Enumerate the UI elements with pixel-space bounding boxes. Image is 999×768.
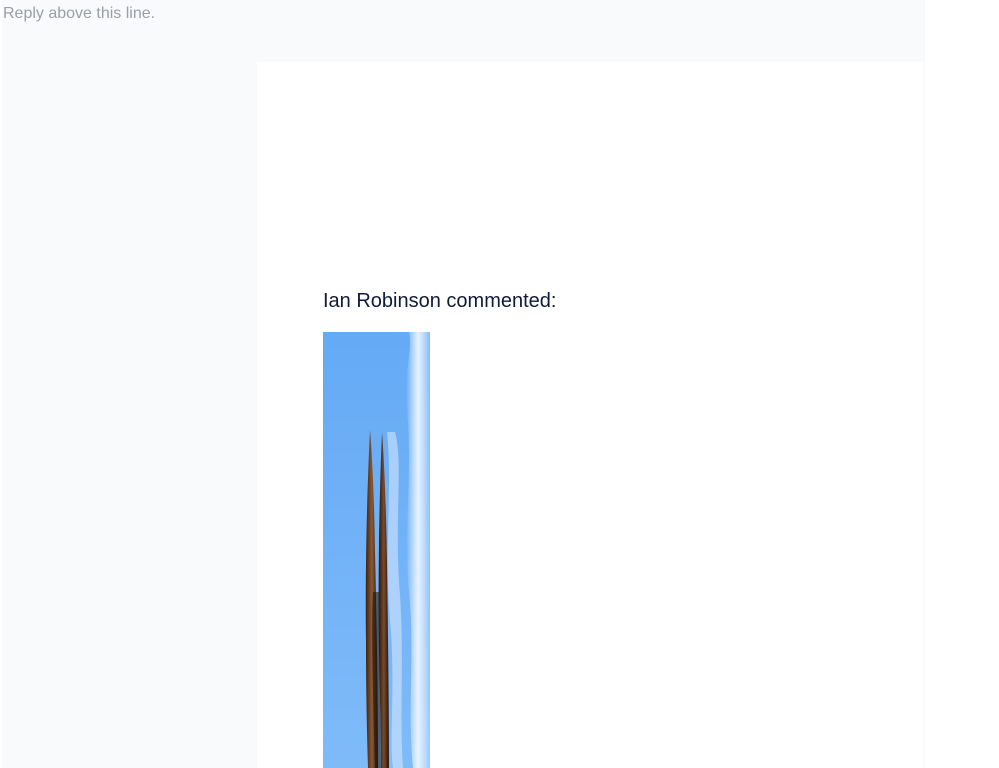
comment-card: Ian Robinson commented: [257,62,923,768]
reply-above-line-hint: Reply above this line. [3,5,156,22]
comment-header: Ian Robinson commented: [323,290,557,312]
comment-image-attachment[interactable] [323,332,430,768]
image-thumbnail-icon [365,332,430,768]
